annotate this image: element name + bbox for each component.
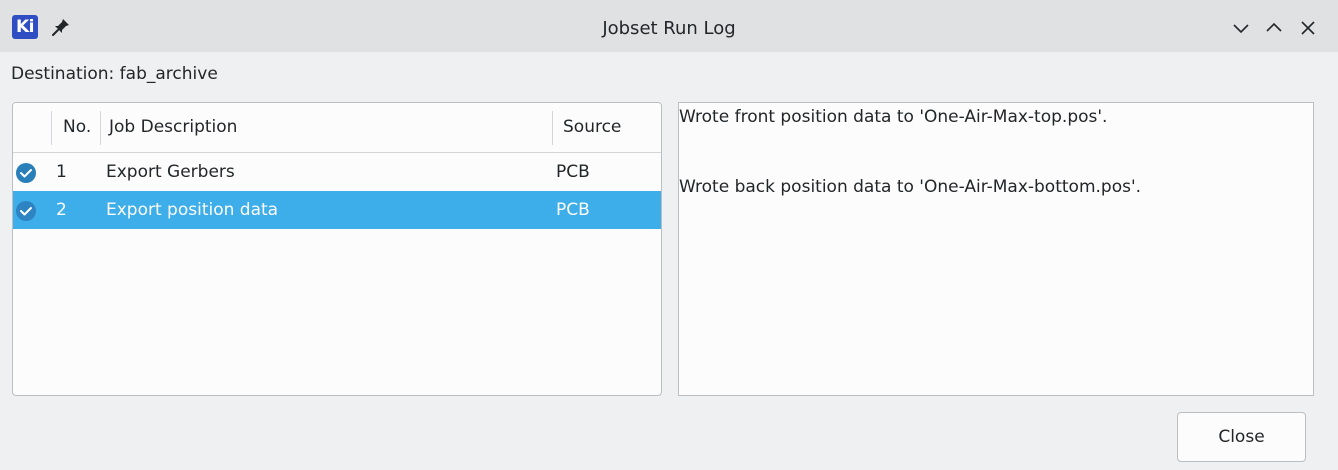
destination-label: Destination: fab_archive — [11, 64, 218, 84]
column-header-status[interactable] — [13, 103, 51, 152]
log-line: Wrote front position data to 'One-Air-Ma… — [679, 107, 1108, 127]
close-icon[interactable] — [1298, 18, 1318, 38]
close-button[interactable]: Close — [1177, 412, 1306, 462]
job-description: Export Gerbers — [106, 162, 235, 182]
job-description: Export position data — [106, 200, 279, 220]
job-source: PCB — [556, 200, 590, 220]
window-title: Jobset Run Log — [602, 18, 736, 39]
log-line: Wrote back position data to 'One-Air-Max… — [679, 177, 1142, 197]
title-bar: Ki Jobset Run Log — [0, 0, 1338, 52]
job-source: PCB — [556, 162, 590, 182]
column-header-job-description[interactable]: Job Description — [109, 103, 237, 152]
table-row-selected[interactable]: 2 Export position data PCB — [13, 191, 661, 229]
job-number: 2 — [56, 200, 67, 220]
table-header: No. Job Description Source — [13, 103, 661, 153]
column-divider[interactable] — [51, 111, 52, 145]
check-circle-icon — [15, 162, 37, 184]
log-output[interactable]: Wrote front position data to 'One-Air-Ma… — [678, 102, 1314, 396]
column-header-source[interactable]: Source — [563, 103, 621, 152]
column-divider[interactable] — [100, 111, 101, 145]
minimize-icon[interactable] — [1231, 18, 1251, 38]
check-circle-icon — [15, 200, 37, 222]
column-header-no[interactable]: No. — [63, 103, 91, 152]
jobs-table[interactable]: No. Job Description Source 1 Export Gerb… — [12, 102, 662, 396]
table-row[interactable]: 1 Export Gerbers PCB — [13, 153, 661, 191]
column-divider[interactable] — [552, 111, 553, 145]
maximize-icon[interactable] — [1264, 18, 1284, 38]
job-number: 1 — [56, 162, 67, 182]
